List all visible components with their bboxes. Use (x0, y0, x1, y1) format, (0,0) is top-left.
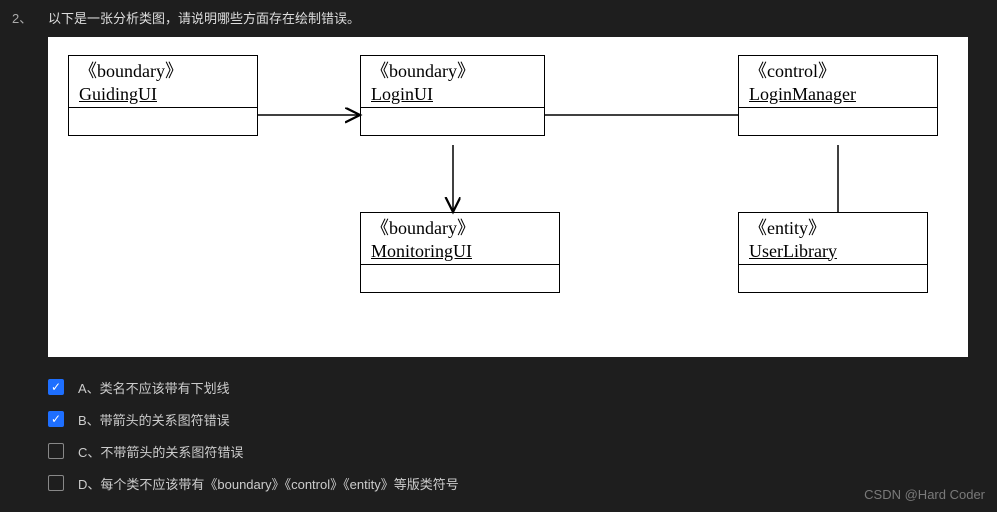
stereotype-label: 《boundary》 (371, 217, 549, 240)
stereotype-label: 《entity》 (749, 217, 917, 240)
question-text: 以下是一张分析类图，请说明哪些方面存在绘制错误。 (48, 8, 985, 27)
option-label: C、不带箭头的关系图符错误 (78, 442, 243, 461)
class-box-monitoringui: 《boundary》 MonitoringUI (360, 212, 560, 293)
class-name: LoginUI (371, 83, 534, 106)
option-label: D、每个类不应该带有《boundary》《control》《entity》等版类… (78, 474, 459, 493)
class-box-guidingui: 《boundary》 GuidingUI (68, 55, 258, 136)
option-d[interactable]: D、每个类不应该带有《boundary》《control》《entity》等版类… (48, 467, 985, 499)
checkbox-icon[interactable] (48, 475, 64, 491)
stereotype-label: 《boundary》 (79, 60, 247, 83)
stereotype-label: 《control》 (749, 60, 927, 83)
stereotype-label: 《boundary》 (371, 60, 534, 83)
uml-diagram: 《boundary》 GuidingUI 《boundary》 LoginUI … (48, 37, 968, 357)
option-label: B、带箭头的关系图符错误 (78, 410, 230, 429)
class-box-loginmanager: 《control》 LoginManager (738, 55, 938, 136)
class-box-loginui: 《boundary》 LoginUI (360, 55, 545, 136)
option-c[interactable]: C、不带箭头的关系图符错误 (48, 435, 985, 467)
option-a[interactable]: ✓ A、类名不应该带有下划线 (48, 371, 985, 403)
class-box-userlibrary: 《entity》 UserLibrary (738, 212, 928, 293)
checkbox-icon[interactable]: ✓ (48, 411, 64, 427)
checkbox-icon[interactable]: ✓ (48, 379, 64, 395)
options-list: ✓ A、类名不应该带有下划线 ✓ B、带箭头的关系图符错误 C、不带箭头的关系图… (48, 371, 985, 499)
checkbox-icon[interactable] (48, 443, 64, 459)
class-name: UserLibrary (749, 240, 917, 263)
watermark: CSDN @Hard Coder (864, 487, 985, 502)
option-label: A、类名不应该带有下划线 (78, 378, 230, 397)
option-b[interactable]: ✓ B、带箭头的关系图符错误 (48, 403, 985, 435)
class-name: GuidingUI (79, 83, 247, 106)
question-number: 2、 (0, 0, 48, 499)
class-name: MonitoringUI (371, 240, 549, 263)
class-name: LoginManager (749, 83, 927, 106)
